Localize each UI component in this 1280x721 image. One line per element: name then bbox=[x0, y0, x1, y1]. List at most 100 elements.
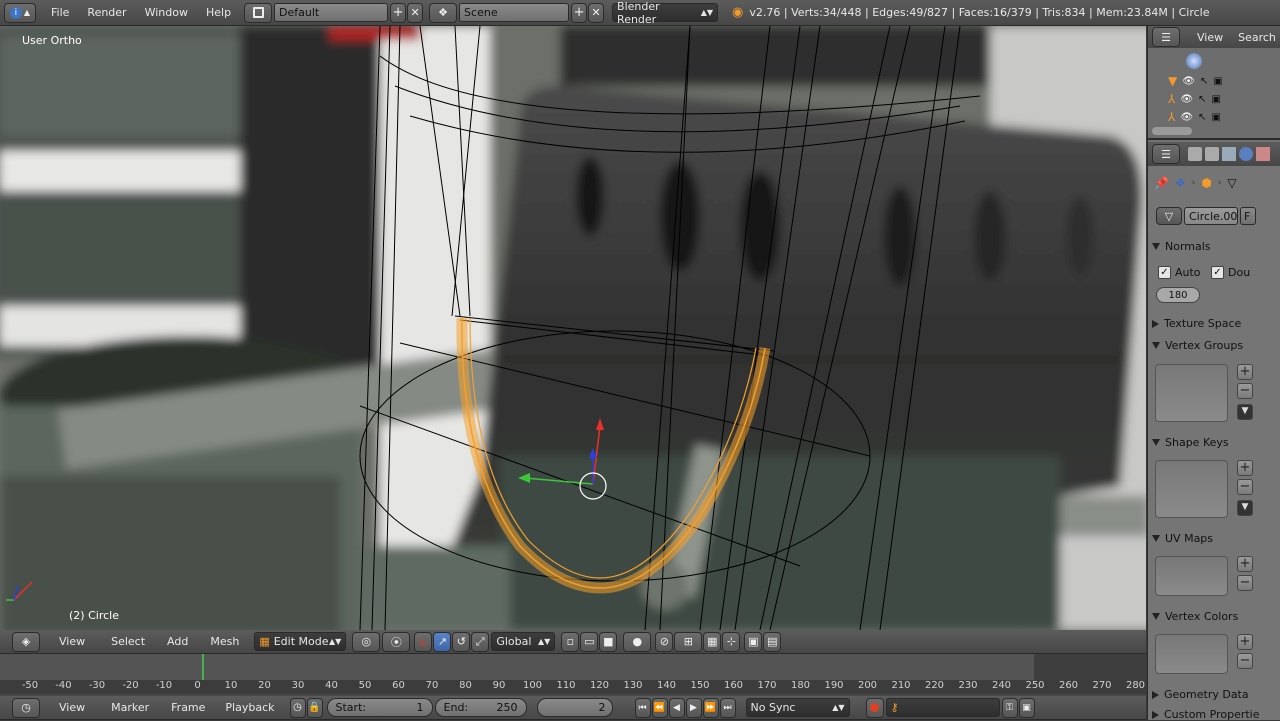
viewport-shading-button[interactable]: ◎ bbox=[352, 631, 381, 652]
texture-space-panel-header[interactable]: Texture Space bbox=[1152, 317, 1241, 330]
add-vertex-color-button[interactable]: + bbox=[1237, 634, 1253, 650]
remove-uv-map-button[interactable]: − bbox=[1237, 575, 1253, 591]
scale-manipulator-button[interactable]: ⤢ bbox=[471, 631, 490, 652]
outliner-menu-view[interactable]: View bbox=[1188, 31, 1232, 44]
play-button[interactable]: ▶ bbox=[685, 697, 702, 718]
world-icon[interactable] bbox=[1186, 53, 1202, 69]
menu-select[interactable]: Select bbox=[102, 635, 154, 648]
remove-shape-key-button[interactable]: − bbox=[1237, 479, 1253, 495]
start-frame-field[interactable]: Start: 1 bbox=[326, 698, 433, 717]
menu-marker[interactable]: Marker bbox=[102, 701, 158, 714]
double-sided-checkbox[interactable]: ✓ Dou bbox=[1211, 266, 1250, 279]
outliner-scrollbar[interactable] bbox=[1152, 127, 1192, 135]
menu-frame[interactable]: Frame bbox=[162, 701, 214, 714]
outliner-menu-search[interactable]: Search bbox=[1236, 31, 1278, 44]
next-keyframe-button[interactable]: ⏩ bbox=[702, 697, 719, 718]
keying-set-field[interactable]: ⚷ bbox=[885, 698, 1000, 717]
vertex-groups-panel-header[interactable]: Vertex Groups bbox=[1152, 339, 1243, 352]
visibility-eye-icon[interactable]: 👁 bbox=[1180, 112, 1193, 123]
translate-manipulator-button[interactable]: ↗ bbox=[433, 631, 452, 652]
render-camera-icon[interactable]: ▣ bbox=[1211, 94, 1220, 105]
mode-select[interactable]: ▦ Edit Mode ▲▼ bbox=[254, 632, 347, 651]
editor-type-button[interactable]: i ▲ bbox=[4, 2, 36, 23]
jump-end-button[interactable]: ⏭ bbox=[719, 697, 736, 718]
timeline-track[interactable] bbox=[0, 654, 1146, 680]
uv-maps-panel-header[interactable]: UV Maps bbox=[1152, 532, 1213, 545]
object-tab-icon[interactable] bbox=[1256, 147, 1270, 161]
render-camera-icon[interactable]: ▣ bbox=[1211, 112, 1220, 123]
jump-start-button[interactable]: ⏮ bbox=[634, 697, 651, 718]
auto-keying-button[interactable] bbox=[865, 697, 884, 718]
close-scene-button[interactable]: ✕ bbox=[588, 2, 605, 23]
geometry-data-panel-header[interactable]: Geometry Data bbox=[1152, 688, 1249, 701]
mesh-browse-button[interactable]: ▽ bbox=[1156, 207, 1182, 225]
world-tab-icon[interactable] bbox=[1239, 147, 1253, 161]
shape-keys-list[interactable] bbox=[1155, 460, 1228, 518]
outliner-row-camera[interactable]: ▼ 👁 ↖ ▣ bbox=[1168, 73, 1268, 89]
rotate-manipulator-button[interactable]: ↺ bbox=[452, 631, 471, 652]
snap-target-button[interactable]: ⊹ bbox=[722, 631, 741, 652]
scene-tab-icon[interactable] bbox=[1222, 147, 1236, 161]
lock-range-button[interactable]: 🔒 bbox=[306, 697, 323, 718]
pin-icon[interactable]: 📌 bbox=[1154, 176, 1169, 190]
add-layout-button[interactable]: + bbox=[390, 2, 407, 23]
opengl-anim-button[interactable]: ▤ bbox=[763, 631, 782, 652]
vertex-colors-list[interactable] bbox=[1155, 634, 1228, 674]
normals-panel-header[interactable]: Normals bbox=[1152, 240, 1211, 253]
vertex-select-button[interactable]: ▫ bbox=[561, 631, 580, 652]
fake-user-button[interactable]: F bbox=[1240, 207, 1256, 225]
preview-range-button[interactable]: ◷ bbox=[289, 697, 306, 718]
scene-field[interactable]: Scene bbox=[459, 3, 570, 22]
current-frame-field[interactable]: 2 bbox=[536, 698, 613, 717]
visibility-eye-icon[interactable]: 👁 bbox=[1182, 76, 1195, 87]
manipulator-toggle[interactable]: ⊾ bbox=[414, 631, 433, 652]
delete-keyframe-button[interactable]: ▣ bbox=[1018, 697, 1035, 718]
scene-button[interactable]: ❖ bbox=[429, 2, 458, 23]
vertex-colors-panel-header[interactable]: Vertex Colors bbox=[1152, 610, 1238, 623]
outliner-row-mesh[interactable]: ⅄ 👁 ↖ ▣ bbox=[1168, 109, 1268, 125]
menu-add[interactable]: Add bbox=[158, 635, 197, 648]
vertex-group-specials-button[interactable]: ▼ bbox=[1237, 404, 1253, 420]
auto-smooth-angle-field[interactable]: 180 bbox=[1156, 287, 1200, 303]
edge-select-button[interactable]: ▭ bbox=[580, 631, 599, 652]
properties-tabs[interactable] bbox=[1188, 147, 1270, 161]
add-shape-key-button[interactable]: + bbox=[1237, 460, 1253, 476]
menu-view-3d[interactable]: View bbox=[50, 635, 94, 648]
3d-viewport[interactable]: User Ortho (2) Circle bbox=[0, 26, 1146, 630]
grid-snap-button[interactable]: ▦ bbox=[703, 631, 722, 652]
vertex-groups-list[interactable] bbox=[1155, 364, 1228, 422]
render-camera-icon[interactable]: ▣ bbox=[1213, 76, 1222, 87]
menu-render[interactable]: Render bbox=[78, 6, 135, 19]
outliner-editor-button[interactable]: ☰ bbox=[1152, 27, 1180, 47]
prev-keyframe-button[interactable]: ⏪ bbox=[651, 697, 668, 718]
3d-editor-type-button[interactable]: ◈ bbox=[12, 631, 40, 652]
snap-element-button[interactable]: ⊞ bbox=[674, 631, 703, 652]
layout-field[interactable]: Default bbox=[274, 3, 389, 22]
outliner-row-empty[interactable]: ⅄ 👁 ↖ ▣ bbox=[1168, 91, 1268, 107]
custom-properties-panel-header[interactable]: Custom Propertie bbox=[1152, 708, 1260, 721]
face-select-button[interactable]: ■ bbox=[599, 631, 618, 652]
orientation-select[interactable]: Global ▲▼ bbox=[491, 632, 556, 651]
end-frame-field[interactable]: End: 250 bbox=[434, 698, 527, 717]
checkbox-icon[interactable]: ✓ bbox=[1211, 266, 1224, 279]
menu-file[interactable]: File bbox=[42, 6, 78, 19]
uv-maps-list[interactable] bbox=[1155, 556, 1228, 596]
proportional-edit-button[interactable]: ● bbox=[623, 631, 652, 652]
checkbox-icon[interactable]: ✓ bbox=[1158, 266, 1171, 279]
visibility-eye-icon[interactable]: 👁 bbox=[1180, 94, 1193, 105]
menu-window[interactable]: Window bbox=[136, 6, 197, 19]
render-engine-select[interactable]: Blender Render ▲▼ bbox=[612, 0, 719, 26]
remove-vertex-group-button[interactable]: − bbox=[1237, 383, 1253, 399]
add-vertex-group-button[interactable]: + bbox=[1237, 364, 1253, 380]
properties-editor-button[interactable]: ☰ bbox=[1152, 144, 1180, 164]
shape-key-specials-button[interactable]: ▼ bbox=[1237, 500, 1253, 516]
mesh-name-field[interactable]: Circle.00 bbox=[1184, 207, 1238, 225]
current-frame-line[interactable] bbox=[202, 654, 204, 680]
layers-tab-icon[interactable] bbox=[1205, 147, 1219, 161]
insert-keyframe-button[interactable]: ⚿ bbox=[1001, 697, 1018, 718]
screen-layout-button[interactable] bbox=[244, 2, 273, 23]
menu-mesh[interactable]: Mesh bbox=[201, 635, 248, 648]
play-reverse-button[interactable]: ◀ bbox=[668, 697, 685, 718]
snap-toggle[interactable]: ⊘ bbox=[655, 631, 674, 652]
close-layout-button[interactable]: ✕ bbox=[407, 2, 424, 23]
